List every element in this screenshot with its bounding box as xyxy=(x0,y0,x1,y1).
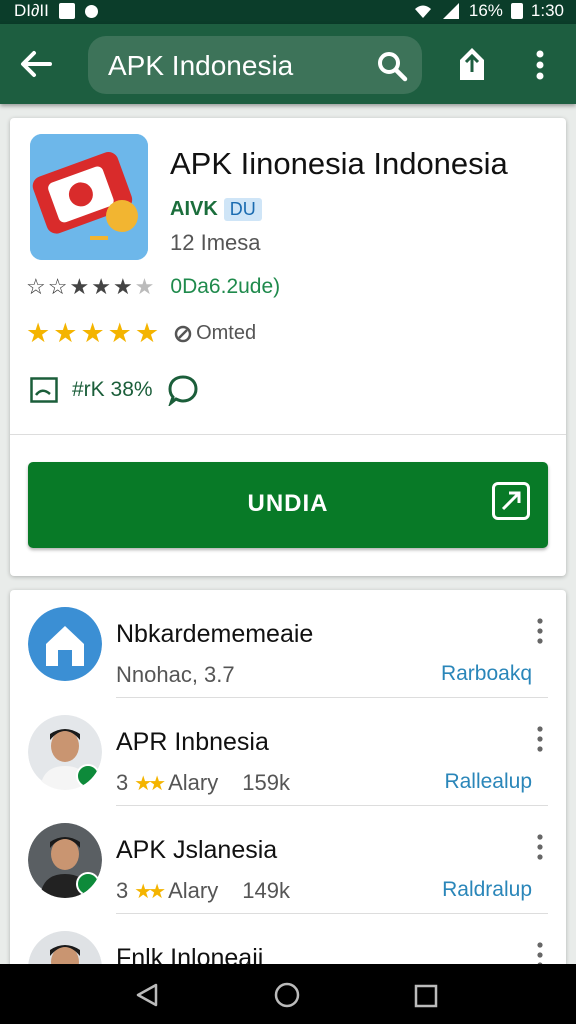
signal-icon xyxy=(442,3,459,19)
star-icon: ★ xyxy=(112,274,133,299)
star-icon: ★ xyxy=(53,318,78,348)
related-apps-list: Nbkardememeaie Nnohac, 3.7 Rarboakq APR … xyxy=(10,590,566,970)
star-icon: ★ xyxy=(134,274,155,299)
toolbar: APK Indonesia xyxy=(0,24,576,104)
navigation-bar xyxy=(0,964,576,1024)
star-icon: ★ xyxy=(69,274,90,299)
clock: 1:30 xyxy=(530,1,564,20)
share-icon[interactable] xyxy=(456,46,488,82)
list-item-size: 159k xyxy=(242,770,290,795)
search-query: APK Indonesia xyxy=(108,50,294,81)
list-item-subtitle: 3 ★★ Alary 149k xyxy=(116,878,290,904)
list-item-title: APK Jslanesia xyxy=(116,836,278,864)
rated-label: Omted xyxy=(196,322,257,344)
battery-percent: 16% xyxy=(468,1,503,20)
star-icon: ★ xyxy=(26,318,51,348)
app-detail-card: APK Iinonesia Indonesia AIVK DU 12 Imesa… xyxy=(10,118,566,576)
app-logo-icon xyxy=(30,134,148,260)
verified-badge-icon xyxy=(76,872,100,896)
list-item-subtitle: Nnohac, 3.7 xyxy=(116,662,235,688)
app-title: APK Iinonesia Indonesia xyxy=(170,146,508,181)
carrier-text: DI∂II xyxy=(14,1,49,20)
star-icon: ★ xyxy=(107,318,132,348)
rating-count: 0Da6.2ude) xyxy=(170,275,281,298)
search-icon[interactable] xyxy=(376,50,408,82)
star-rating: ★ ★ ★ ★ ★ Omted xyxy=(26,318,256,349)
meta-text: #rK 38% xyxy=(72,378,153,401)
battery-icon xyxy=(510,3,523,19)
list-item[interactable]: APR Inbnesia 3 ★★ Alary 159k Rallealup xyxy=(10,698,566,806)
list-item-subtitle-text: Alary xyxy=(168,770,219,795)
app-icon xyxy=(30,134,148,260)
image-icon xyxy=(30,377,58,403)
search-input[interactable]: APK Indonesia xyxy=(88,36,422,94)
star-icon: ★★ xyxy=(134,772,166,795)
star-outline-icon: ☆ xyxy=(26,274,46,299)
list-item-rating: 3 xyxy=(116,770,129,795)
nav-back-icon[interactable] xyxy=(134,982,160,1008)
star-outline-icon: ☆ xyxy=(47,274,68,299)
more-vert-icon[interactable] xyxy=(534,726,546,752)
notification-dot-icon xyxy=(84,4,98,18)
chat-bubble-icon[interactable] xyxy=(167,374,199,406)
wifi-icon xyxy=(414,5,431,18)
notification-icon xyxy=(58,3,75,19)
install-button-label: UNDIA xyxy=(247,490,329,517)
install-button[interactable]: UNDIA xyxy=(28,462,548,548)
list-item-action[interactable]: Raldralup xyxy=(442,878,532,902)
nav-home-icon[interactable] xyxy=(274,982,300,1008)
divider xyxy=(10,434,566,435)
more-vert-icon[interactable] xyxy=(530,50,550,80)
list-item-subtitle-text: Nnohac, 3.7 xyxy=(116,662,235,687)
list-item-icon xyxy=(28,606,102,682)
avatar xyxy=(28,714,102,790)
developer-name[interactable]: AIVK xyxy=(170,198,218,221)
star-icon: ★★ xyxy=(134,880,166,903)
list-item-rating: 3 xyxy=(116,878,129,903)
verified-badge-icon xyxy=(76,764,100,788)
developer-row[interactable]: AIVK DU xyxy=(170,198,262,221)
more-vert-icon[interactable] xyxy=(534,834,546,860)
list-item[interactable]: Nbkardememeaie Nnohac, 3.7 Rarboakq xyxy=(10,590,566,698)
list-item[interactable]: APK Jslanesia 3 ★★ Alary 149k Raldralup xyxy=(10,806,566,914)
list-item-title: Nbkardememeaie xyxy=(116,620,314,648)
list-item-title: APR Inbnesia xyxy=(116,728,269,756)
rated-icon xyxy=(174,325,192,342)
star-icon: ★ xyxy=(80,318,105,348)
more-vert-icon[interactable] xyxy=(534,618,546,644)
back-arrow-icon[interactable] xyxy=(18,48,54,80)
star-icon: ★ xyxy=(134,318,160,348)
list-item-subtitle: 3 ★★ Alary 159k xyxy=(116,770,290,796)
star-icon: ★ xyxy=(91,274,111,299)
list-item-action[interactable]: Rarboakq xyxy=(441,662,532,686)
developer-badge: DU xyxy=(223,198,262,221)
meta-row: #rK 38% xyxy=(30,374,199,406)
status-bar: DI∂II 16% 1:30 xyxy=(0,0,576,24)
list-item-size: 149k xyxy=(242,878,290,903)
home-app-icon xyxy=(28,607,102,681)
nav-recents-icon[interactable] xyxy=(414,984,438,1008)
rating-row: ☆ ☆ ★ ★ ★ ★ 0Da6.2ude) xyxy=(26,274,280,300)
list-item-action[interactable]: Rallealup xyxy=(444,770,532,794)
list-item[interactable]: Fnlk Inloneaii xyxy=(10,914,566,970)
list-item-subtitle-text: Alary xyxy=(168,878,219,903)
app-subtitle: 12 Imesa xyxy=(170,230,261,255)
open-external-icon xyxy=(492,482,530,520)
avatar xyxy=(28,822,102,898)
